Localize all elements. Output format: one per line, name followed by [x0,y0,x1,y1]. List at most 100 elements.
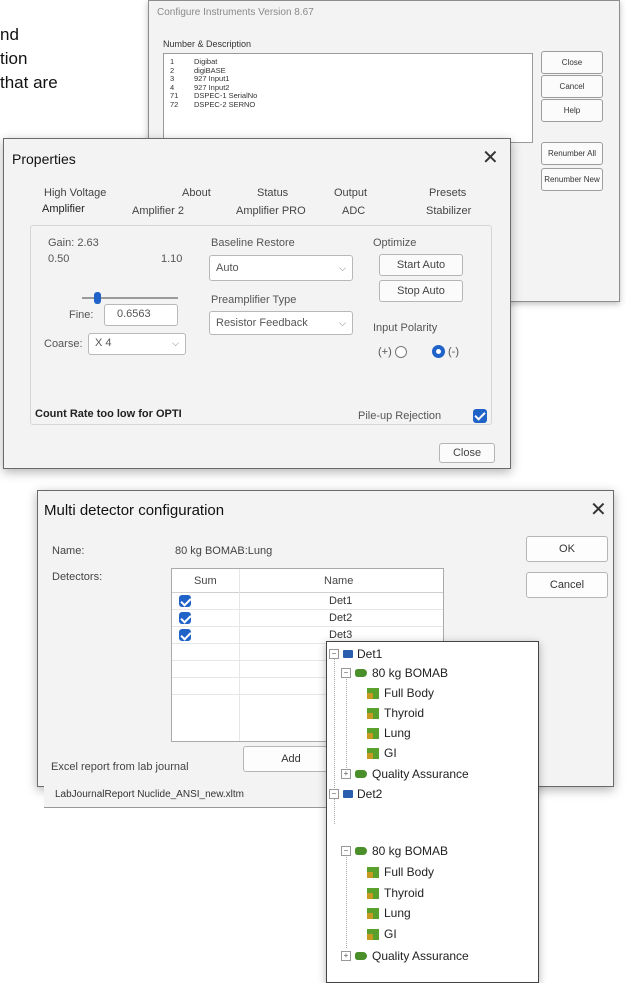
tree-node-det2[interactable]: − Det2 [329,785,382,803]
tab-about[interactable]: About [182,187,211,199]
pileup-rejection-checkbox[interactable] [473,409,487,423]
polarity-positive-label: (+) [378,346,392,358]
sum-checkbox[interactable] [179,612,191,624]
sum-checkbox[interactable] [179,595,191,607]
tree-node-label: 80 kg BOMAB [372,844,449,858]
tree-node-item[interactable]: Full Body [367,863,434,881]
window-title: Configure Instruments Version 8.67 [157,7,314,18]
baseline-restore-label: Baseline Restore [211,237,295,249]
detector-name: Det2 [329,612,353,624]
background-text-line: nd [0,25,19,44]
tree-node-item[interactable]: Lung [367,904,411,922]
close-button[interactable]: Close [541,51,603,74]
tab-status[interactable]: Status [257,187,288,199]
tree-node-item[interactable]: Lung [367,724,411,742]
renumber-all-button[interactable]: Renumber All [541,142,603,165]
tab-output[interactable]: Output [334,187,367,199]
column-header-sum[interactable]: Sum [194,575,217,587]
detector-icon [343,790,353,798]
tree-node-label: Thyroid [384,886,425,900]
tree-node-item[interactable]: GI [367,925,397,943]
geometry-icon [367,907,379,919]
expand-icon[interactable]: + [341,951,351,961]
pileup-rejection-label: Pile-up Rejection [358,410,442,422]
tree-node-group[interactable]: + Quality Assurance [341,765,469,783]
renumber-new-button[interactable]: Renumber New [541,168,603,191]
fine-gain-slider-thumb[interactable] [93,292,101,304]
tree-node-group[interactable]: − 80 kg BOMAB [341,842,448,860]
fine-gain-input[interactable]: 0.6563 [104,304,178,326]
preamplifier-type-label: Preamplifier Type [211,294,297,306]
add-button[interactable]: Add [243,746,339,772]
collapse-icon[interactable]: − [329,649,339,659]
sum-checkbox[interactable] [179,629,191,641]
name-value[interactable]: 80 kg BOMAB:Lung [175,545,272,557]
coarse-gain-value: X 4 [95,337,112,349]
expand-icon[interactable]: + [341,769,351,779]
geometry-icon [367,928,379,940]
table-row[interactable]: Det1 [172,593,443,609]
tree-node-label: 80 kg BOMAB [372,666,449,680]
help-button[interactable]: Help [541,99,603,122]
ok-button[interactable]: OK [526,536,608,562]
tab-amplifier-2[interactable]: Amplifier 2 [132,205,184,217]
start-auto-button[interactable]: Start Auto [379,254,463,276]
geometry-icon [367,866,379,878]
folder-icon [355,770,367,778]
close-icon[interactable]: ✕ [590,497,607,522]
list-item[interactable]: 72 DSPEC-2 SERNO [164,100,532,110]
instrument-list[interactable]: 1 Digibat 2 digiBASE 3 927 Input1 4 927 Inpu… [163,53,533,143]
tree-node-item[interactable]: Thyroid [367,884,424,902]
chevron-down-icon: ⌵ [339,318,346,328]
polarity-positive-radio[interactable] [395,346,407,358]
close-button[interactable]: Close [439,443,495,463]
tree-node-label: Det1 [357,647,383,661]
cancel-button[interactable]: Cancel [541,75,603,98]
tab-amplifier-pro[interactable]: Amplifier PRO [236,205,306,217]
collapse-icon[interactable]: − [329,789,339,799]
tree-node-item[interactable]: Full Body [367,684,434,702]
tree-node-det1[interactable]: − Det1 [329,645,382,663]
excel-report-label: Excel report from lab journal [51,761,189,773]
tree-node-item[interactable]: Thyroid [367,704,424,722]
folder-icon [355,952,367,960]
dialog-title: Multi detector configuration [44,502,225,519]
list-header: Number & Description [163,39,252,49]
optimize-label: Optimize [373,237,417,249]
tab-stabilizer[interactable]: Stabilizer [426,205,471,217]
tree-node-item[interactable]: GI [367,744,397,762]
chevron-down-icon: ⌵ [172,338,179,348]
polarity-negative-radio[interactable] [432,345,445,358]
chevron-down-icon: ⌵ [339,263,346,273]
dialog-title: Properties [12,151,76,167]
detectors-label: Detectors: [52,571,103,583]
tree-node-group[interactable]: + Quality Assurance [341,947,469,965]
baseline-restore-value: Auto [216,262,239,274]
collapse-icon[interactable]: − [341,668,351,678]
detector-name: Det3 [329,629,353,641]
column-header-name[interactable]: Name [324,575,353,587]
tree-node-label: Lung [384,906,411,920]
preamplifier-type-select[interactable]: Resistor Feedback ⌵ [209,311,353,335]
background-text-line: tion [0,49,28,68]
gain-max: 1.10 [161,253,183,265]
tab-amplifier[interactable]: Amplifier [42,203,85,215]
geometry-icon [367,707,379,719]
stop-auto-button[interactable]: Stop Auto [379,280,463,302]
tree-node-label: Thyroid [384,706,425,720]
tab-presets[interactable]: Presets [429,187,466,199]
geometry-icon [367,747,379,759]
tree-guide-line [346,852,347,948]
tab-adc[interactable]: ADC [342,205,365,217]
cancel-button[interactable]: Cancel [526,572,608,598]
tab-high-voltage[interactable]: High Voltage [44,187,106,199]
coarse-gain-select[interactable]: X 4 ⌵ [88,333,186,355]
collapse-icon[interactable]: − [341,846,351,856]
table-row[interactable]: Det2 [172,610,443,626]
excel-report-value: LabJournalReport Nuclide_ANSI_new.xltm [55,789,244,800]
tree-node-group[interactable]: − 80 kg BOMAB [341,664,448,682]
folder-icon [355,847,367,855]
close-icon[interactable]: ✕ [482,145,499,170]
detector-tree: − Det1 − 80 kg BOMAB Full Body Thyroid L… [326,641,539,983]
baseline-restore-select[interactable]: Auto ⌵ [209,255,353,281]
